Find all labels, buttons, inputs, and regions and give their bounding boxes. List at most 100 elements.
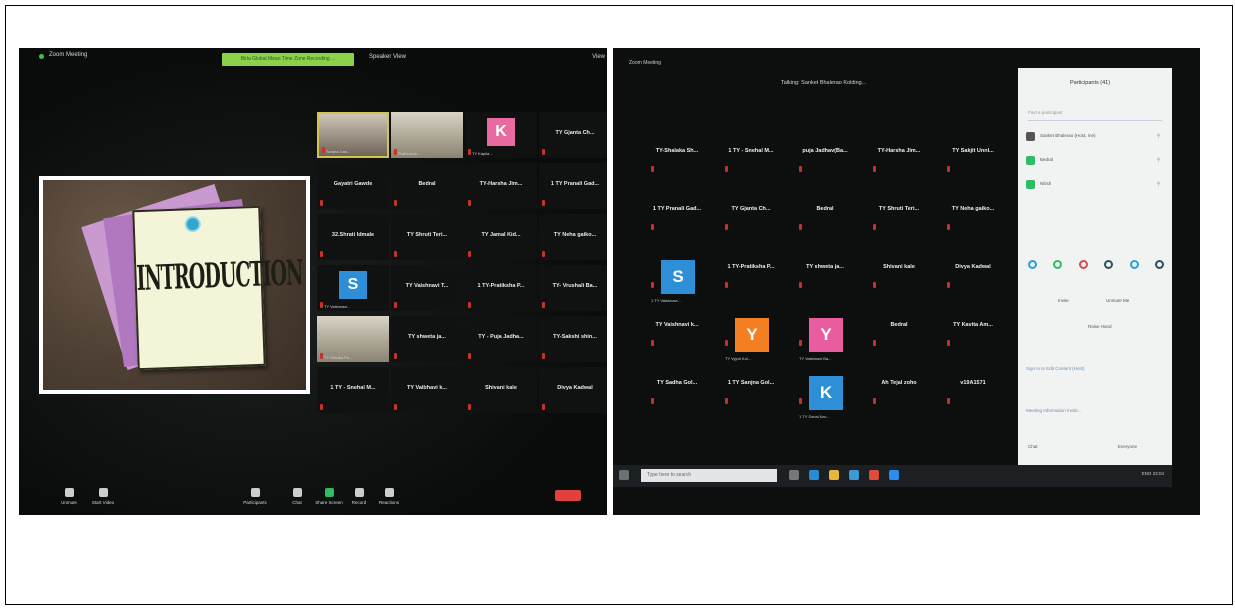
- video-tile[interactable]: 1 TY - Snehal M...: [317, 367, 389, 413]
- video-tile[interactable]: 1 TY Pranali Gad...: [539, 163, 607, 209]
- video-tile[interactable]: TY- Vrushali Ba...: [539, 265, 607, 311]
- folder-icon[interactable]: [829, 470, 839, 480]
- toolbar-reactions-button[interactable]: Reactions: [375, 488, 403, 505]
- video-tile[interactable]: 1 TY-Pratiksha P...: [715, 254, 787, 312]
- avatar: Y: [809, 318, 843, 352]
- participant-name: Bedral: [418, 181, 436, 187]
- muted-mic-icon: [394, 251, 397, 257]
- video-tile[interactable]: TY Sadha Gol...: [641, 370, 713, 428]
- panel-link[interactable]: Sign In to Edit Content (Host): [1026, 366, 1085, 371]
- tile-caption: Prathmesh...: [398, 151, 421, 156]
- video-tile[interactable]: 1 TY - Snehal M...: [715, 138, 787, 196]
- video-tile[interactable]: TY Vaibhavi k...: [391, 367, 463, 413]
- participant-name: Bedral: [890, 322, 908, 328]
- video-tile[interactable]: TY Shruti Teri...: [391, 214, 463, 260]
- video-tile[interactable]: TY-Harsha Jim...: [863, 138, 935, 196]
- toolbar-share-screen-button[interactable]: Share Screen: [315, 488, 343, 505]
- tile-caption: TY-Shivika Pa...: [324, 355, 353, 360]
- video-tile[interactable]: Bedral: [863, 312, 935, 370]
- video-tile[interactable]: TY-Shivika Pa...: [317, 316, 389, 362]
- participant-name: 1 TY-Pratiksha P...: [477, 283, 525, 289]
- toolbar-mic-button[interactable]: Unmute: [55, 488, 83, 505]
- reaction-icon[interactable]: [1129, 260, 1139, 269]
- toolbar-chat-button[interactable]: Chat: [283, 488, 311, 505]
- video-tile[interactable]: Bedral: [391, 163, 463, 209]
- video-tile[interactable]: Y TY Vaishnavi Ba...: [789, 312, 861, 370]
- video-tile[interactable]: 1 TY Pranali Gad...: [641, 196, 713, 254]
- video-tile[interactable]: TY Sakjit Unnl...: [937, 138, 1009, 196]
- reaction-icon[interactable]: [1154, 260, 1164, 269]
- edge-icon[interactable]: [809, 470, 819, 480]
- video-tile[interactable]: TY - Puja Jadha...: [465, 316, 537, 362]
- video-tile[interactable]: K TY Kapila...: [465, 112, 537, 158]
- video-tile[interactable]: TY Neha gaiko...: [539, 214, 607, 260]
- video-tile[interactable]: TY-Harsha Jim...: [465, 163, 537, 209]
- muted-mic-icon: [947, 224, 950, 230]
- reaction-icon[interactable]: [1053, 260, 1063, 269]
- video-tile[interactable]: S TY Vaishnavi...: [317, 265, 389, 311]
- toolbar-record-button[interactable]: Record: [345, 488, 373, 505]
- zoom-app-icon[interactable]: [889, 470, 899, 480]
- reaction-icon[interactable]: [1028, 260, 1037, 269]
- end-meeting-button[interactable]: [555, 490, 581, 501]
- video-tile[interactable]: Gayatri Gawde: [317, 163, 389, 209]
- reaction-icon[interactable]: [1104, 260, 1114, 269]
- video-tile[interactable]: Shivani kale: [863, 254, 935, 312]
- taskbar-search-input[interactable]: Type here to search: [641, 469, 777, 482]
- toolbar-label: Record: [351, 500, 367, 505]
- video-tile[interactable]: TY shweta ja...: [391, 316, 463, 362]
- video-tile[interactable]: 1 TY-Pratiksha P...: [465, 265, 537, 311]
- chrome-icon[interactable]: [869, 470, 879, 480]
- chat-recipient-select[interactable]: Everyone: [1118, 444, 1137, 449]
- panel-link[interactable]: Meeting Information Invite...: [1026, 408, 1082, 413]
- video-tile[interactable]: TY Vaishnavi k...: [641, 312, 713, 370]
- video-tile[interactable]: Ah Tejal zoho: [863, 370, 935, 428]
- muted-mic-icon: [542, 251, 545, 257]
- mic-icon: [64, 488, 74, 497]
- video-tile[interactable]: Divya Kadwal: [937, 254, 1009, 312]
- video-tile[interactable]: 32.Shrati Idmale: [317, 214, 389, 260]
- video-tile[interactable]: TY Gjanta Ch...: [715, 196, 787, 254]
- video-tile[interactable]: Y TY Vyjuti Kol...: [715, 312, 787, 370]
- video-tile[interactable]: Prathmesh...: [391, 112, 463, 158]
- video-tile[interactable]: Bedral: [789, 196, 861, 254]
- task-view-icon[interactable]: [789, 470, 799, 480]
- store-icon[interactable]: [849, 470, 859, 480]
- participant-name: 1 TY - Snehal M...: [330, 385, 376, 391]
- toolbar-participants-button[interactable]: Participants: [241, 488, 269, 505]
- video-tile[interactable]: TY-Shalaka Sh...: [641, 138, 713, 196]
- video-tile[interactable]: TY Jamal Kid...: [465, 214, 537, 260]
- video-tile[interactable]: Sanjna Gan...: [317, 112, 389, 158]
- video-tile[interactable]: S 1 TY Vaishnavi...: [641, 254, 713, 312]
- mic-icon: ⚲: [1156, 181, 1160, 186]
- participant-row[interactable]: Bedral ⚲: [1026, 154, 1166, 170]
- video-tile[interactable]: K 1 TY Sonal Kar...: [789, 370, 861, 428]
- video-tile[interactable]: Shivani kale: [465, 367, 537, 413]
- video-tile[interactable]: TY shweta ja...: [789, 254, 861, 312]
- video-tile[interactable]: TY-Sakshi shin...: [539, 316, 607, 362]
- participant-row[interactable]: Nitish ⚲: [1026, 178, 1166, 194]
- reaction-icon[interactable]: [1078, 260, 1088, 269]
- video-tile[interactable]: TY Shruti Teri...: [863, 196, 935, 254]
- participant-name: TY Sadha Gol...: [656, 380, 698, 386]
- video-tile[interactable]: Divya Kadwal: [539, 367, 607, 413]
- invite-button[interactable]: Invite: [1058, 298, 1069, 303]
- tile-caption: 1 TY Sonal Kar...: [799, 414, 830, 419]
- video-tile[interactable]: puja Jadhav(Ba...: [789, 138, 861, 196]
- corner-view-button[interactable]: View: [592, 54, 605, 60]
- video-tile[interactable]: TY Gjanta Ch...: [539, 112, 607, 158]
- video-tile[interactable]: 1 TY Sanjna Gol...: [715, 370, 787, 428]
- participant-search-input[interactable]: Find a participant: [1028, 110, 1162, 121]
- video-tile[interactable]: TY Kavita Am...: [937, 312, 1009, 370]
- video-tile[interactable]: TY Vaishnavi T...: [391, 265, 463, 311]
- view-switcher[interactable]: Speaker View: [369, 54, 406, 60]
- raise-hand-button[interactable]: Raise Hand: [1088, 324, 1112, 329]
- video-tile[interactable]: v19A1571: [937, 370, 1009, 428]
- participant-name: v19A1571: [960, 380, 986, 386]
- video-tile[interactable]: TY Neha gaiko...: [937, 196, 1009, 254]
- toolbar-video-button[interactable]: Start Video: [89, 488, 117, 505]
- participant-row[interactable]: Sanket Bhalerao (Host, me) ⚲: [1026, 130, 1166, 146]
- start-menu-icon[interactable]: [619, 470, 629, 480]
- unmute-me-button[interactable]: Unmute Me: [1106, 298, 1129, 303]
- participant-name: TY Gjanta Ch...: [731, 206, 771, 212]
